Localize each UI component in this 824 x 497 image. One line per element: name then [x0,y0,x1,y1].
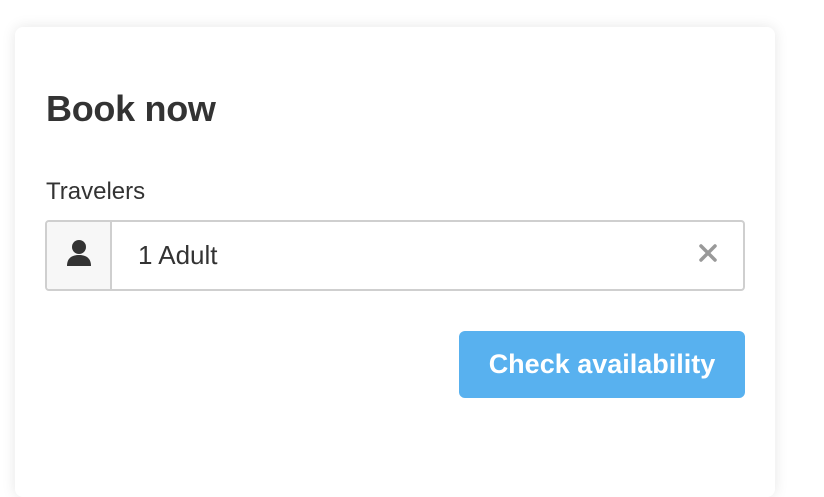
close-icon[interactable] [698,243,718,268]
person-icon [66,239,92,272]
clear-button[interactable] [673,222,743,289]
travelers-addon [47,222,112,289]
travelers-label: Travelers [46,178,146,205]
booking-card: Book now Travelers 1 Adult Check availab… [15,27,775,497]
travelers-field[interactable]: 1 Adult [45,220,745,291]
travelers-value[interactable]: 1 Adult [112,222,673,289]
page-title: Book now [46,88,216,129]
check-availability-button[interactable]: Check availability [459,331,745,398]
